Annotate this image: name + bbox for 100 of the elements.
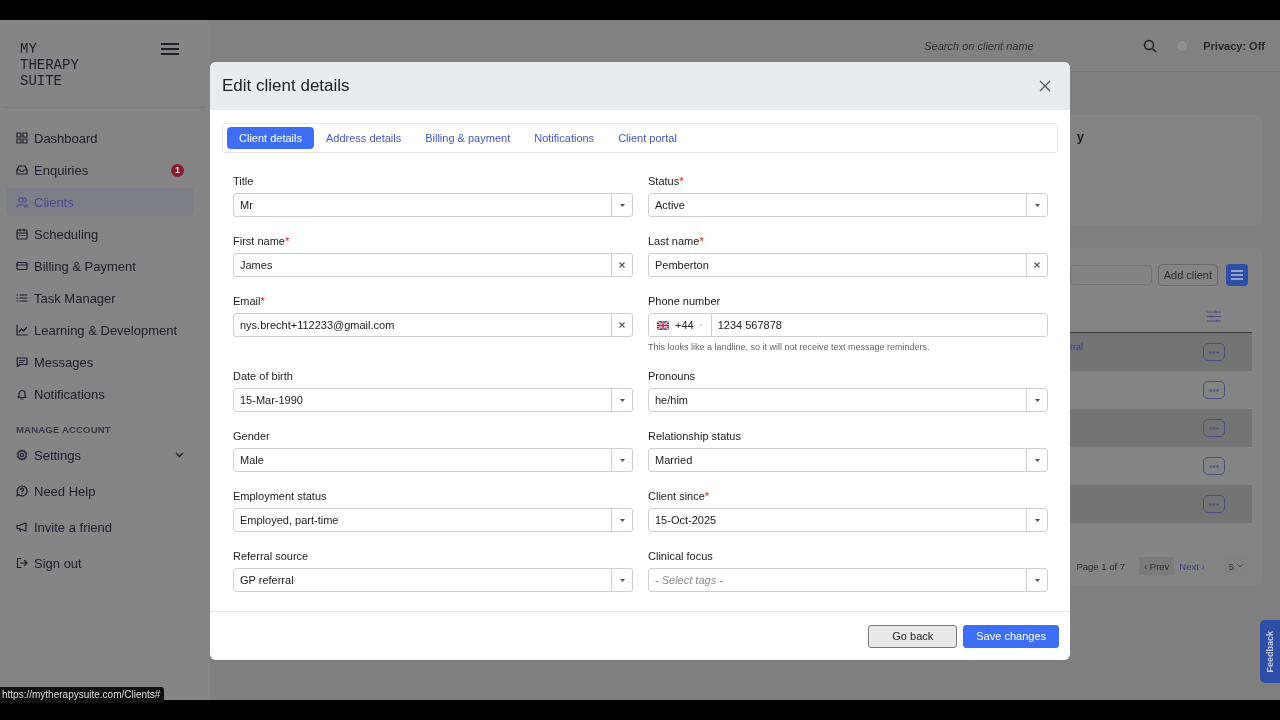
caret-down-icon <box>1034 578 1040 582</box>
filter-sliders-icon[interactable] <box>1207 309 1221 323</box>
field-label: Employment status <box>233 489 328 503</box>
tab[interactable]: Billing & payment <box>413 127 523 149</box>
caret-down-icon <box>1034 398 1040 402</box>
ellipsis-icon <box>1209 502 1219 506</box>
add-client-button[interactable]: Add client <box>1157 264 1218 286</box>
clear-icon[interactable] <box>619 262 625 268</box>
select-field[interactable]: 15-Oct-2025 <box>648 508 1048 532</box>
tab[interactable]: Client portal <box>606 127 689 149</box>
nav-item[interactable]: Enquiries 1 <box>6 156 194 184</box>
status-url: https://mytherapysuite.com/Clients# <box>0 687 165 703</box>
ellipsis-icon <box>1209 350 1219 354</box>
select-field[interactable]: he/him <box>648 388 1048 412</box>
nav-item[interactable]: Scheduling <box>6 220 194 248</box>
field-label: Clinical focus <box>648 549 714 563</box>
list-icon <box>16 292 28 304</box>
dialog-title: Edit client details <box>222 76 350 96</box>
grid-icon <box>16 132 28 144</box>
field-label: Phone number <box>648 294 722 308</box>
chevron-down-icon <box>1237 564 1243 568</box>
calendar-icon <box>16 228 28 240</box>
ellipsis-icon <box>1209 464 1219 468</box>
field-label: Relationship status <box>648 429 742 443</box>
privacy-toggle[interactable]: Privacy: Off <box>1203 39 1265 52</box>
inbox-icon <box>16 164 28 176</box>
tab[interactable]: Client details <box>227 127 314 149</box>
caret-down-icon <box>619 578 625 582</box>
users-icon <box>16 196 28 208</box>
field-label: Client since* <box>648 489 711 503</box>
nav-item[interactable]: Settings <box>6 441 194 469</box>
input-field[interactable]: nys.brecht+112233@gmail.com <box>233 313 633 337</box>
field-label: Email* <box>233 294 266 308</box>
message-icon <box>16 356 28 368</box>
select-field[interactable]: Active <box>648 193 1048 217</box>
settings-icon <box>16 449 28 461</box>
card-heading: y <box>1076 129 1084 146</box>
clear-icon[interactable] <box>619 322 625 328</box>
menu-icon <box>1231 270 1243 280</box>
nav-item[interactable]: Learning & Development <box>6 316 194 344</box>
caret-down-icon <box>619 458 625 462</box>
close-icon[interactable] <box>1039 80 1051 92</box>
field-label: Gender <box>233 429 271 443</box>
more-actions-button[interactable] <box>1203 419 1225 437</box>
nav-item[interactable]: Messages <box>6 348 194 376</box>
select-field[interactable]: GP referral <box>233 568 633 592</box>
help-icon <box>16 485 28 497</box>
count-badge: 1 <box>171 163 184 177</box>
field-label: Last name* <box>648 234 705 248</box>
phone-field[interactable]: +44 1234 567878 <box>648 313 1048 337</box>
nav-item[interactable]: Dashboard <box>6 124 194 152</box>
field-label: Referral source <box>233 549 310 563</box>
sign-out-icon <box>16 557 28 569</box>
search-icon[interactable] <box>1143 38 1158 53</box>
select-field[interactable]: Male <box>233 448 633 472</box>
input-field[interactable]: James <box>233 253 633 277</box>
menu-icon[interactable] <box>161 42 179 56</box>
input-field[interactable]: Pemberton <box>648 253 1048 277</box>
select-field[interactable]: - Select tags - <box>648 568 1048 592</box>
page-info: Page 1 of 7 <box>1076 560 1125 572</box>
megaphone-icon <box>16 521 28 533</box>
page-size-value: 5 <box>1228 560 1234 572</box>
ellipsis-icon <box>1209 426 1219 430</box>
tab[interactable]: Notifications <box>522 127 607 149</box>
country-code-select[interactable]: +44 <box>649 314 712 336</box>
field-label: Date of birth <box>233 369 294 383</box>
feedback-tab[interactable]: Feedback <box>1260 620 1280 683</box>
phone-number-input[interactable]: 1234 567878 <box>711 315 1047 335</box>
card-icon <box>16 260 28 272</box>
search-field[interactable]: Search on client name <box>924 33 1140 58</box>
more-actions-button[interactable] <box>1203 381 1225 399</box>
tab[interactable]: Address details <box>314 127 414 149</box>
clear-icon[interactable] <box>1034 262 1040 268</box>
select-field[interactable]: Married <box>648 448 1048 472</box>
search-field[interactable] <box>1069 265 1152 285</box>
field-label: Status* <box>648 174 685 188</box>
select-field[interactable]: Employed, part-time <box>233 508 633 532</box>
nav-item[interactable]: Invite a friend <box>6 513 194 541</box>
bell-icon <box>16 388 28 400</box>
select-field[interactable]: 15-Mar-1990 <box>233 388 633 412</box>
chevron-down-icon <box>175 452 184 458</box>
caret-down-icon <box>619 518 625 522</box>
flag-icon <box>657 320 669 330</box>
nav-item[interactable]: Notifications <box>6 380 194 408</box>
more-actions-button[interactable] <box>1203 343 1225 361</box>
section-heading: MANAGE ACCOUNT <box>16 424 112 435</box>
more-actions-button[interactable] <box>1203 495 1225 513</box>
field-label: Title <box>233 174 255 188</box>
caret-down-icon <box>619 203 625 207</box>
save-button[interactable]: Save changes <box>963 624 1059 648</box>
select-field[interactable]: Mr <box>233 193 633 217</box>
nav-item[interactable]: Need Help <box>6 477 194 505</box>
nav-item[interactable]: Sign out <box>6 549 194 577</box>
list-view-button[interactable] <box>1226 264 1248 286</box>
nav-item[interactable]: Task Manager <box>6 284 194 312</box>
more-actions-button[interactable] <box>1203 457 1225 475</box>
back-button[interactable]: Go back <box>868 624 958 648</box>
nav-item[interactable]: Billing & Payment <box>6 252 194 280</box>
ellipsis-icon <box>1209 388 1219 392</box>
field-label: First name* <box>233 234 291 248</box>
